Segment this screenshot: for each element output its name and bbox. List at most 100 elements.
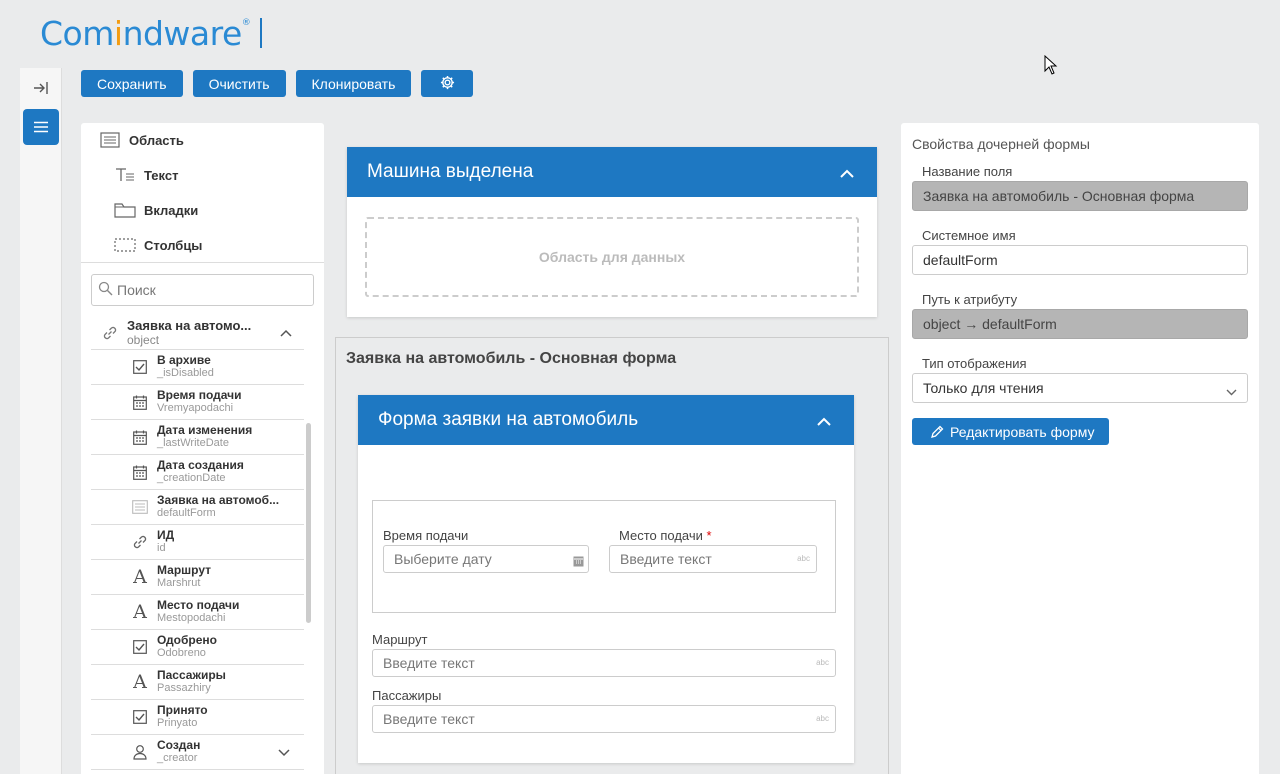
chevron-up-icon[interactable] bbox=[280, 324, 292, 342]
system-name-input[interactable]: defaultForm bbox=[912, 245, 1248, 275]
checkbox-icon bbox=[127, 360, 153, 374]
left-rail bbox=[20, 68, 62, 774]
calendar-icon bbox=[127, 395, 153, 410]
item-title: Заявка на автомоб... bbox=[157, 493, 280, 507]
list-item[interactable]: Время подачи Vremyapodachi bbox=[91, 385, 304, 420]
card-header: Форма заявки на автомобиль bbox=[358, 395, 854, 445]
list-item[interactable]: Создан _creator bbox=[91, 735, 304, 770]
route-placeholder: Введите текст bbox=[383, 655, 475, 671]
palette-item-columns[interactable]: Столбцы bbox=[114, 230, 202, 260]
list-item[interactable]: Дата изменения _lastWriteDate bbox=[91, 420, 304, 455]
item-title: Маршрут bbox=[157, 563, 212, 577]
form-icon bbox=[127, 500, 153, 514]
time-label: Время подачи bbox=[383, 528, 469, 543]
list-item[interactable]: A Пассажиры Passazhiry bbox=[91, 665, 304, 700]
list-item[interactable]: Заявка на автомоб... defaultForm bbox=[91, 490, 304, 525]
search-input[interactable]: Поиск bbox=[91, 274, 314, 306]
item-subtitle: id bbox=[157, 542, 166, 554]
link-icon bbox=[127, 533, 153, 551]
date-input[interactable]: Выберите дату bbox=[383, 545, 589, 573]
route-label: Маршрут bbox=[372, 632, 428, 647]
attr-path-label: Путь к атрибуту bbox=[922, 292, 1018, 307]
item-title: Дата создания bbox=[157, 458, 244, 472]
clone-button[interactable]: Клонировать bbox=[295, 70, 412, 97]
text-type-icon: abc bbox=[816, 714, 829, 723]
attr-path-value: object → defaultForm bbox=[923, 316, 1057, 332]
components-panel: Область Текст Вкладки Столбцы Поиск Заяв… bbox=[81, 123, 324, 774]
field-name-value: Заявка на автомобиль - Основная форма bbox=[923, 188, 1195, 204]
data-dropzone[interactable]: Область для данных bbox=[365, 217, 859, 297]
attr-path-input: object → defaultForm bbox=[912, 309, 1248, 339]
system-name-value: defaultForm bbox=[923, 252, 998, 268]
item-subtitle: Mestopodachi bbox=[157, 612, 226, 624]
properties-title: Свойства дочерней формы bbox=[912, 136, 1090, 152]
display-type-select[interactable]: Только для чтения bbox=[912, 373, 1248, 403]
item-title: ИД bbox=[157, 528, 175, 542]
tree-root[interactable]: Заявка на автомо... object bbox=[91, 316, 304, 350]
item-title: Принято bbox=[157, 703, 208, 717]
calendar-icon[interactable] bbox=[573, 554, 584, 570]
list-item[interactable]: Дата создания _creationDate bbox=[91, 455, 304, 490]
place-label: Место подачи * bbox=[619, 528, 712, 543]
item-title: Одобрено bbox=[157, 633, 217, 647]
toolbar: Сохранить Очистить Клонировать bbox=[81, 70, 474, 97]
divider bbox=[81, 262, 324, 263]
save-button[interactable]: Сохранить bbox=[81, 70, 183, 97]
scrollbar[interactable] bbox=[306, 423, 311, 623]
item-title: Пассажиры bbox=[157, 668, 226, 682]
area-icon bbox=[99, 132, 121, 148]
display-type-value: Только для чтения bbox=[923, 380, 1044, 396]
clear-button[interactable]: Очистить bbox=[192, 70, 286, 97]
text-type-icon: abc bbox=[797, 554, 810, 563]
properties-panel: Свойства дочерней формы Название поля За… bbox=[901, 123, 1259, 774]
text-a-icon: A bbox=[133, 671, 147, 693]
card-title: Машина выделена bbox=[367, 161, 534, 182]
item-title: Время подачи bbox=[157, 388, 242, 402]
item-subtitle: _creator bbox=[157, 752, 198, 764]
palette-item-label: Вкладки bbox=[144, 202, 199, 218]
card-header: Машина выделена bbox=[347, 147, 877, 197]
calendar-icon bbox=[127, 430, 153, 445]
chevron-down-icon[interactable] bbox=[278, 744, 290, 762]
text-a-icon: A bbox=[133, 601, 147, 623]
item-title: Дата изменения bbox=[157, 423, 253, 437]
card-request-form: Форма заявки на автомобиль Время подачи … bbox=[358, 395, 854, 763]
palette-item-text[interactable]: Текст bbox=[114, 160, 178, 190]
item-subtitle: _isDisabled bbox=[157, 367, 214, 379]
edit-form-button[interactable]: Редактировать форму bbox=[912, 418, 1110, 445]
item-title: В архиве bbox=[157, 353, 211, 367]
user-icon bbox=[127, 744, 153, 760]
palette-item-tabs[interactable]: Вкладки bbox=[114, 195, 198, 225]
field-name-input: Заявка на автомобиль - Основная форма bbox=[912, 181, 1248, 211]
route-input[interactable]: Введите текст abc bbox=[372, 649, 836, 677]
list-item[interactable]: A Место подачи Mestopodachi bbox=[91, 595, 304, 630]
passengers-input[interactable]: Введите текст abc bbox=[372, 705, 836, 733]
passengers-placeholder: Введите текст bbox=[383, 711, 475, 727]
item-subtitle: Prinyato bbox=[157, 717, 198, 729]
item-title: Место подачи bbox=[157, 598, 240, 612]
list-item[interactable]: Одобрено Odobreno bbox=[91, 630, 304, 665]
menu-icon[interactable] bbox=[23, 109, 59, 145]
chevron-up-icon[interactable] bbox=[816, 411, 832, 433]
list-item[interactable]: ИД id bbox=[91, 525, 304, 560]
place-label-text: Место подачи bbox=[619, 528, 703, 543]
item-subtitle: _creationDate bbox=[157, 472, 226, 484]
collapse-right-icon[interactable] bbox=[23, 70, 59, 106]
search-placeholder: Поиск bbox=[117, 282, 156, 298]
display-type-label: Тип отображения bbox=[922, 356, 1027, 371]
text-type-icon: abc bbox=[816, 658, 829, 667]
palette-item-label: Область bbox=[129, 132, 184, 148]
list-item[interactable]: В архиве _isDisabled bbox=[91, 350, 304, 385]
place-input[interactable]: Введите текст abc bbox=[609, 545, 817, 573]
checkbox-icon bbox=[127, 710, 153, 724]
attribute-tree: Заявка на автомо... object В архиве _isDi… bbox=[91, 316, 304, 774]
checkbox-icon bbox=[127, 640, 153, 654]
calendar-icon bbox=[127, 465, 153, 480]
list-item[interactable]: Принято Prinyato bbox=[91, 700, 304, 735]
settings-button[interactable] bbox=[421, 70, 474, 97]
edit-form-label: Редактировать форму bbox=[950, 423, 1095, 440]
palette-item-area[interactable]: Область bbox=[99, 125, 184, 155]
chevron-up-icon[interactable] bbox=[839, 163, 855, 185]
item-subtitle: Odobreno bbox=[157, 647, 206, 659]
list-item[interactable]: A Маршрут Marshrut bbox=[91, 560, 304, 595]
